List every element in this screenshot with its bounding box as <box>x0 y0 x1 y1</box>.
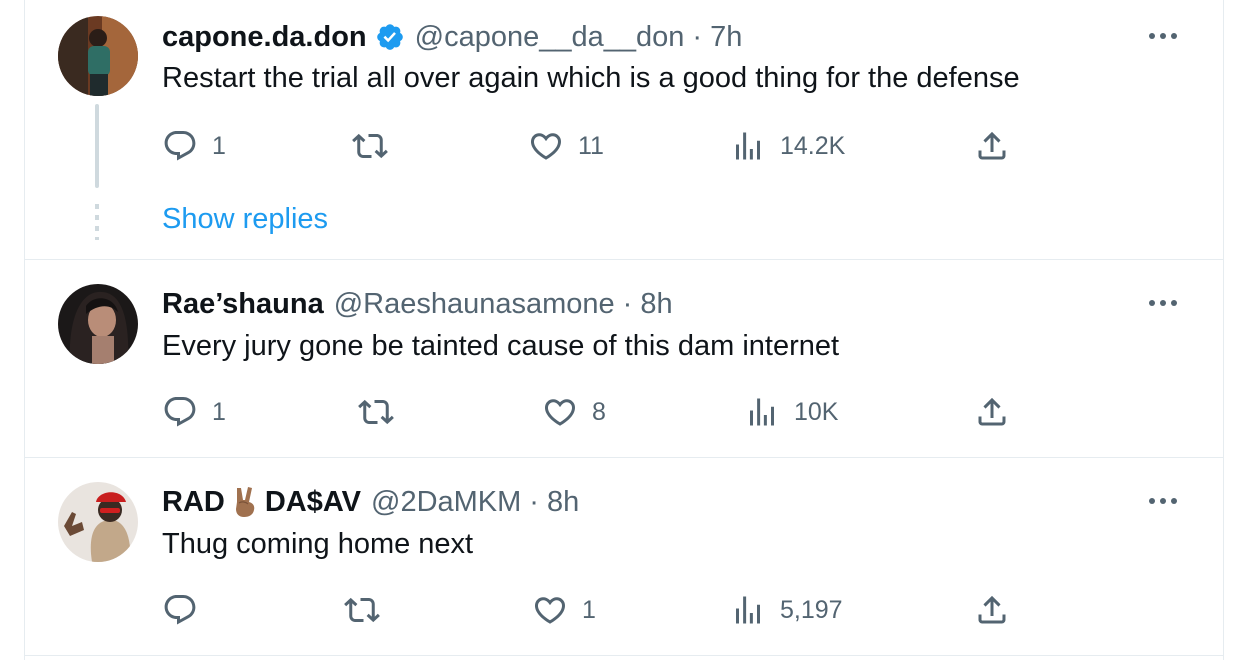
reply-button[interactable]: 1 <box>162 392 226 432</box>
avatar-image <box>58 284 138 364</box>
tweet-divider <box>25 655 1223 656</box>
share-button[interactable] <box>974 126 1010 166</box>
views-button[interactable]: 14.2K <box>730 126 845 166</box>
avatar[interactable] <box>58 16 138 96</box>
share-button[interactable] <box>974 392 1010 432</box>
verified-badge-icon <box>375 22 405 52</box>
victory-hand-emoji <box>231 486 259 518</box>
like-icon <box>534 597 566 624</box>
reply-count: 1 <box>212 397 226 426</box>
retweet-icon <box>358 399 394 425</box>
reply-button[interactable] <box>162 590 212 630</box>
view-count: 10K <box>794 397 839 426</box>
retweet-icon <box>344 597 380 623</box>
separator-dot: · <box>622 287 633 320</box>
share-icon <box>978 397 1006 426</box>
more-icon[interactable] <box>1143 491 1183 511</box>
like-button[interactable]: 1 <box>532 590 596 630</box>
more-icon[interactable] <box>1143 293 1183 313</box>
views-icon <box>736 596 760 624</box>
author-handle[interactable]: @capone__da__don <box>415 21 685 54</box>
author-handle[interactable]: @2DaMKM <box>371 486 521 519</box>
like-button[interactable]: 11 <box>528 126 604 166</box>
reply-button[interactable]: 1 <box>162 126 226 166</box>
author-name-part2[interactable]: DA$AV <box>265 486 361 519</box>
tweet-text: Every jury gone be tainted cause of this… <box>162 330 840 362</box>
reply-feed: capone.da.don @capone__da__don · 7h Rest… <box>24 0 1224 660</box>
views-icon <box>750 398 774 426</box>
show-replies-link[interactable]: Show replies <box>162 203 328 236</box>
tweet-header: RAD DA$AV @2DaMKM · 8h <box>162 482 579 522</box>
reply-icon <box>164 397 196 427</box>
avatar[interactable] <box>58 482 138 562</box>
like-icon <box>544 399 576 426</box>
share-icon <box>978 131 1006 160</box>
views-button[interactable]: 5,197 <box>730 590 843 630</box>
more-icon[interactable] <box>1143 26 1183 46</box>
author-name[interactable]: Rae’shauna <box>162 288 324 321</box>
like-icon <box>530 133 562 160</box>
tweet-raeshauna[interactable]: Rae’shauna @Raeshaunasamone · 8h Every j… <box>25 260 1223 457</box>
retweet-icon <box>352 133 388 159</box>
avatar-image <box>58 16 138 96</box>
thread-line <box>95 104 99 188</box>
view-count: 5,197 <box>780 595 843 624</box>
retweet-button[interactable] <box>352 126 402 166</box>
author-handle[interactable]: @Raeshaunasamone <box>334 288 615 321</box>
view-count: 14.2K <box>780 131 846 160</box>
avatar-image <box>58 482 138 562</box>
views-button[interactable]: 10K <box>744 392 838 432</box>
like-button[interactable]: 8 <box>542 392 606 432</box>
like-count: 1 <box>582 595 596 624</box>
author-name-part1[interactable]: RAD <box>162 486 225 519</box>
tweet-timestamp[interactable]: 8h <box>547 486 579 519</box>
share-button[interactable] <box>974 590 1010 630</box>
share-icon <box>978 595 1006 624</box>
reply-icon <box>164 131 196 161</box>
separator-dot: · <box>692 20 703 53</box>
views-icon <box>736 132 760 160</box>
tweet-timestamp[interactable]: 8h <box>640 288 672 321</box>
tweet-header: capone.da.don @capone__da__don · 7h <box>162 17 742 57</box>
tweet-rad-dasav[interactable]: RAD DA$AV @2DaMKM · 8h Thug coming home … <box>25 458 1223 655</box>
tweet-capone[interactable]: capone.da.don @capone__da__don · 7h Rest… <box>25 0 1223 259</box>
retweet-button[interactable] <box>344 590 394 630</box>
author-name[interactable]: capone.da.don <box>162 21 367 54</box>
separator-dot: · <box>529 485 539 518</box>
tweet-header: Rae’shauna @Raeshaunasamone · 8h <box>162 284 673 324</box>
reply-count: 1 <box>212 131 226 160</box>
tweet-text: Restart the trial all over again which i… <box>162 62 1020 94</box>
like-count: 8 <box>592 397 606 426</box>
tweet-timestamp[interactable]: 7h <box>710 21 742 54</box>
thread-connector-dots <box>95 204 99 240</box>
like-count: 11 <box>578 131 604 160</box>
tweet-text: Thug coming home next <box>162 528 474 560</box>
avatar[interactable] <box>58 284 138 364</box>
reply-icon <box>164 595 196 625</box>
retweet-button[interactable] <box>358 392 408 432</box>
